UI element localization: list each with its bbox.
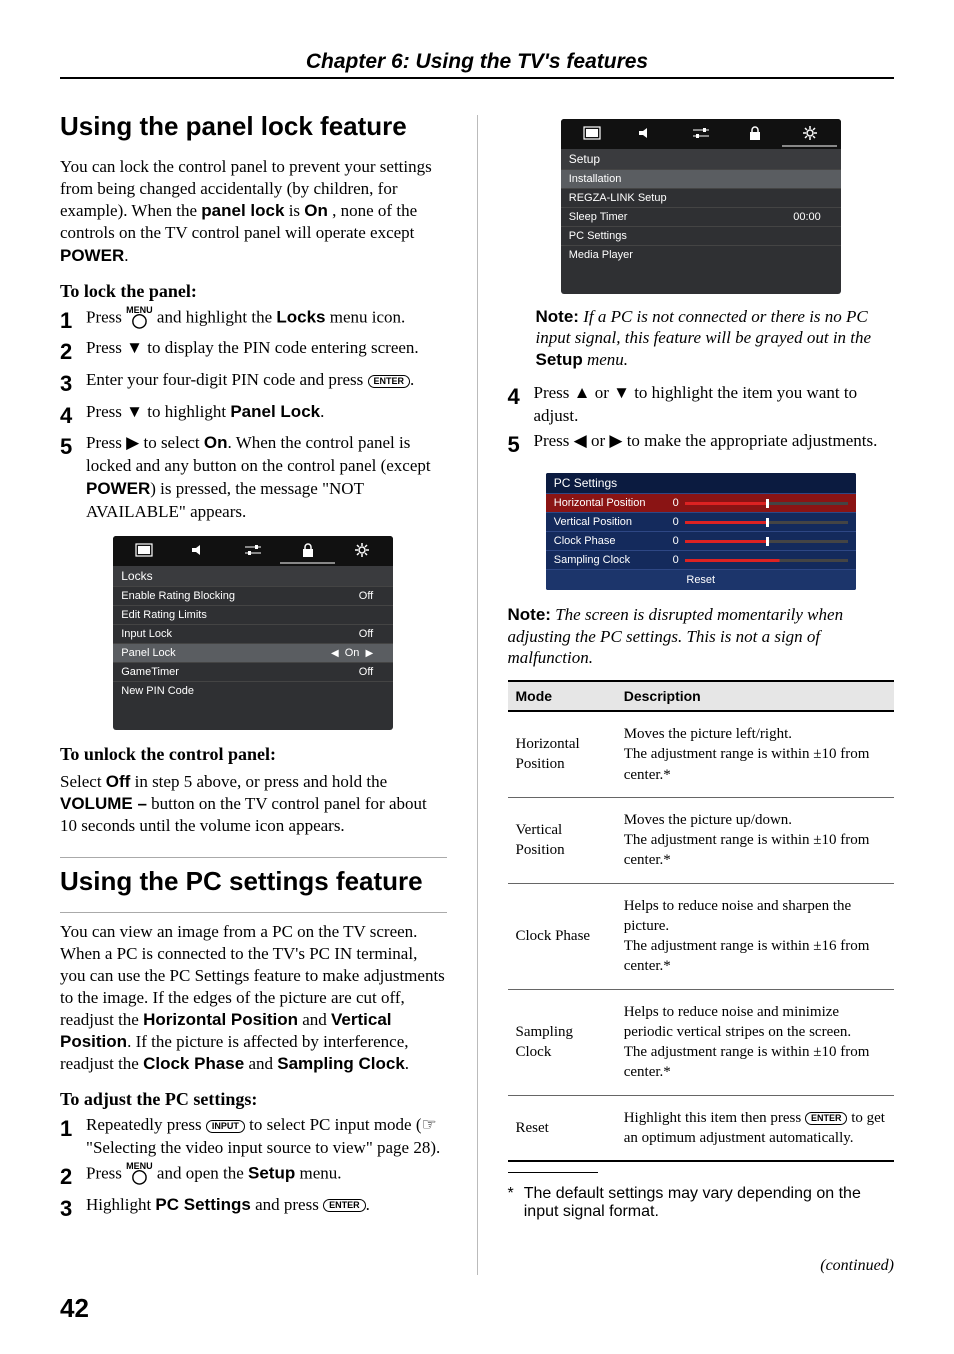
pc-steps-right: 4 Press ▲ or ▼ to highlight the item you… bbox=[508, 382, 895, 460]
table-cell: Moves the picture up/down. The adjustmen… bbox=[616, 797, 894, 883]
osd-menu-item: Input LockOff bbox=[113, 624, 393, 643]
osd-tab-picture-icon bbox=[117, 539, 171, 563]
pc-step-3: Highlight PC Settings and press ENTER. bbox=[86, 1194, 447, 1224]
menu-button-icon: MENU◯ bbox=[126, 1162, 153, 1183]
osd-pc-row: Horizontal Position0 bbox=[546, 493, 856, 512]
osd-setup-menu: Setup InstallationREGZA-LINK SetupSleep … bbox=[561, 119, 841, 294]
osd-tab-audio-icon bbox=[619, 122, 673, 146]
table-header-mode: Mode bbox=[508, 681, 616, 711]
table-header-description: Description bbox=[616, 681, 894, 711]
enter-button-icon: ENTER bbox=[368, 375, 411, 388]
osd-menu-item: REGZA-LINK Setup bbox=[561, 188, 841, 207]
pc-steps-left: 1 Repeatedly press INPUT to select PC in… bbox=[60, 1114, 447, 1223]
pc-step-5: Press ◀ or ▶ to make the appropriate adj… bbox=[534, 430, 895, 460]
lock-step-2: Press ▼ to display the PIN code entering… bbox=[86, 337, 447, 367]
to-unlock-panel-heading: To unlock the control panel: bbox=[60, 744, 447, 765]
chapter-header: Chapter 6: Using the TV's features bbox=[60, 50, 894, 79]
section-pc-settings-heading: Using the PC settings feature bbox=[60, 866, 447, 897]
table-row: Sampling Clock Helps to reduce noise and… bbox=[508, 989, 895, 1095]
table-cell: Helps to reduce noise and minimize perio… bbox=[616, 989, 894, 1095]
right-column: Setup InstallationREGZA-LINK SetupSleep … bbox=[508, 107, 895, 1275]
osd-tab-sliders-icon bbox=[674, 122, 728, 146]
lock-step-5: Press ▶ to select On. When the control p… bbox=[86, 432, 447, 524]
osd-menu-item: Enable Rating BlockingOff bbox=[113, 586, 393, 605]
osd-menu-item: Media Player bbox=[561, 245, 841, 264]
osd-menu-item: GameTimerOff bbox=[113, 662, 393, 681]
osd-locks-menu: Locks Enable Rating BlockingOffEdit Rati… bbox=[113, 536, 393, 730]
table-row: Horizontal Position Moves the picture le… bbox=[508, 711, 895, 797]
osd-menu-item: PC Settings bbox=[561, 226, 841, 245]
osd-locks-title: Locks bbox=[113, 566, 393, 586]
osd-menu-item: Sleep Timer00:00 bbox=[561, 207, 841, 226]
input-button-icon: INPUT bbox=[206, 1120, 245, 1133]
osd-menu-item: Installation bbox=[561, 169, 841, 188]
osd-pc-settings: PC Settings Horizontal Position0Vertical… bbox=[546, 473, 856, 590]
section-panel-lock-heading: Using the panel lock feature bbox=[60, 111, 447, 142]
enter-button-icon: ENTER bbox=[323, 1199, 366, 1212]
unlock-panel-text: Select Off in step 5 above, or press and… bbox=[60, 771, 447, 837]
osd-tab-lock-icon bbox=[280, 538, 334, 564]
lock-step-4: Press ▼ to highlight Panel Lock. bbox=[86, 401, 447, 431]
page-number: 42 bbox=[60, 1293, 89, 1324]
table-cell: Helps to reduce noise and sharpen the pi… bbox=[616, 883, 894, 989]
note-screen-disrupted: Note: The screen is disrupted momentaril… bbox=[508, 604, 895, 668]
table-row: Clock Phase Helps to reduce noise and sh… bbox=[508, 883, 895, 989]
table-row: Vertical Position Moves the picture up/d… bbox=[508, 797, 895, 883]
osd-pc-title: PC Settings bbox=[546, 473, 856, 493]
osd-pc-row: Vertical Position0 bbox=[546, 512, 856, 531]
pc-settings-table: Mode Description Horizontal Position Mov… bbox=[508, 680, 895, 1162]
pc-step-1: Repeatedly press INPUT to select PC inpu… bbox=[86, 1114, 447, 1160]
osd-pc-row: Clock Phase0 bbox=[546, 531, 856, 550]
column-divider bbox=[477, 115, 478, 1275]
to-adjust-pc-heading: To adjust the PC settings: bbox=[60, 1089, 447, 1110]
osd-tab-gear-icon bbox=[782, 121, 836, 147]
note-pc-not-connected: Note: If a PC is not connected or there … bbox=[536, 306, 895, 370]
osd-setup-title: Setup bbox=[561, 149, 841, 169]
osd-tab-picture-icon bbox=[565, 122, 619, 146]
pc-settings-intro: You can view an image from a PC on the T… bbox=[60, 921, 447, 1076]
enter-button-icon: ENTER bbox=[805, 1112, 848, 1125]
menu-button-icon: MENU◯ bbox=[126, 306, 153, 327]
table-cell: Highlight this item then press ENTER to … bbox=[616, 1095, 894, 1161]
osd-tab-gear-icon bbox=[335, 538, 389, 564]
lock-step-1: Press MENU◯ and highlight the Locks menu… bbox=[86, 306, 447, 336]
osd-menu-item: Edit Rating Limits bbox=[113, 605, 393, 624]
table-row: Reset Highlight this item then press ENT… bbox=[508, 1095, 895, 1161]
osd-tab-audio-icon bbox=[172, 539, 226, 563]
left-column: Using the panel lock feature You can loc… bbox=[60, 107, 447, 1275]
pc-step-2: Press MENU◯ and open the Setup menu. bbox=[86, 1162, 447, 1192]
osd-pc-reset: Reset bbox=[546, 569, 856, 590]
osd-pc-row: Sampling Clock0 bbox=[546, 550, 856, 569]
table-cell: Moves the picture left/right. The adjust… bbox=[616, 711, 894, 797]
osd-menu-item: Panel Lock◀ On ▶ bbox=[113, 643, 393, 662]
lock-steps: 1 Press MENU◯ and highlight the Locks me… bbox=[60, 306, 447, 525]
lock-step-3: Enter your four-digit PIN code and press… bbox=[86, 369, 447, 399]
footnote: * The default settings may vary dependin… bbox=[508, 1185, 895, 1221]
pc-step-4: Press ▲ or ▼ to highlight the item you w… bbox=[534, 382, 895, 428]
osd-tab-lock-icon bbox=[728, 121, 782, 147]
panel-lock-intro: You can lock the control panel to preven… bbox=[60, 156, 447, 266]
osd-menu-item: New PIN Code bbox=[113, 681, 393, 700]
continued-label: (continued) bbox=[508, 1257, 895, 1275]
chapter-title: Chapter 6: Using the TV's features bbox=[306, 50, 648, 77]
osd-tab-sliders-icon bbox=[226, 539, 280, 563]
to-lock-panel-heading: To lock the panel: bbox=[60, 281, 447, 302]
